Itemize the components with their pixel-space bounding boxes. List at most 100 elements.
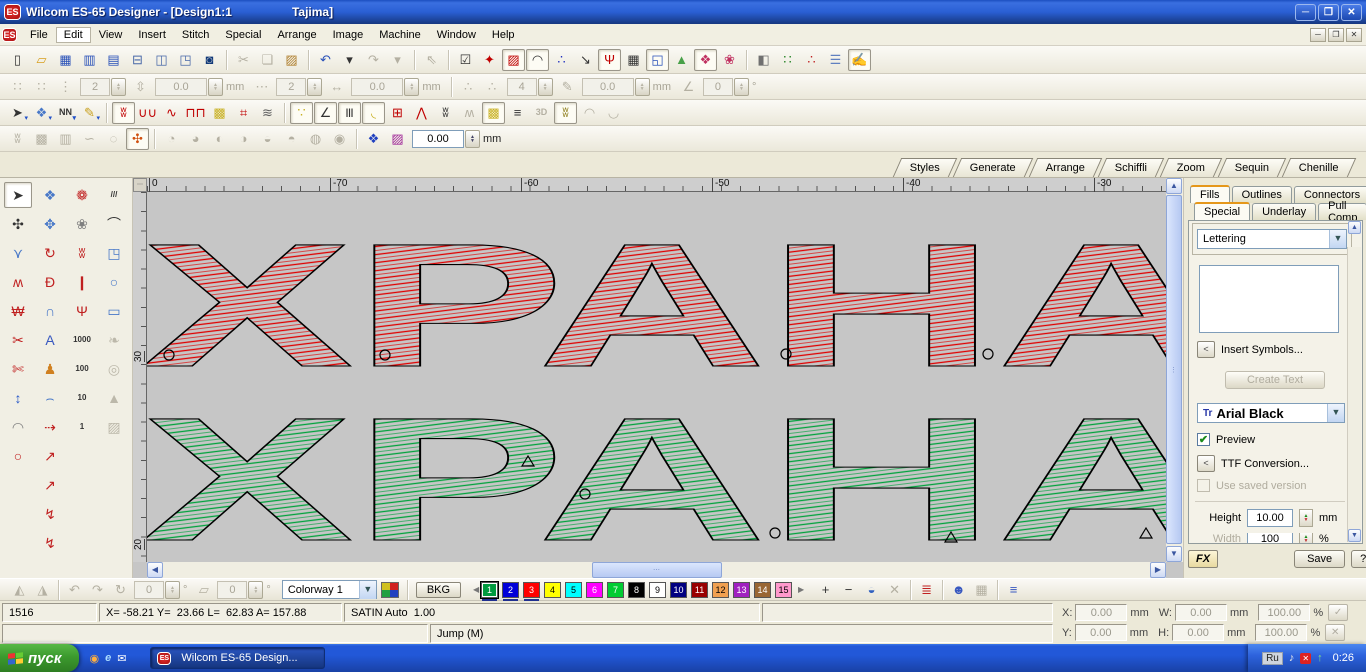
scroll-down-button[interactable]: ▼: [1166, 546, 1182, 562]
color-4-swatch[interactable]: 4: [544, 582, 561, 598]
save-button[interactable]: Save: [1294, 550, 1345, 568]
create-text-button[interactable]: Create Text: [1225, 371, 1325, 389]
rotate-angle-spinner[interactable]: 0▲▼°: [134, 581, 190, 599]
tab-underlay[interactable]: Underlay: [1252, 203, 1316, 220]
design-canvas[interactable]: ХРАНА ХРАНА: [147, 192, 1166, 562]
docker-tab-schiffli[interactable]: Schiffli: [1097, 158, 1164, 177]
font-select[interactable]: Tr Arial Black ▼: [1197, 403, 1345, 423]
skew-button[interactable]: ▱: [192, 579, 215, 601]
stitch-divide-tool-button[interactable]: ₩: [4, 298, 32, 324]
parallel-weave-tool-button[interactable]: ///: [100, 182, 128, 208]
rotate-ccw-button[interactable]: ↶: [63, 579, 86, 601]
cancel-button[interactable]: ✕: [1325, 624, 1345, 641]
open-button[interactable]: ▱: [30, 49, 53, 71]
save-button[interactable]: ▦: [54, 49, 77, 71]
ellipse-tool-tool-button[interactable]: ○: [100, 269, 128, 295]
row-spacing-button[interactable]: ⇳: [129, 76, 152, 98]
auto-underlay-1-button[interactable]: ʬ: [6, 128, 29, 150]
e-stitch-button[interactable]: ∪∪: [136, 102, 159, 124]
height-field[interactable]: 0.00: [1172, 624, 1224, 641]
close-button[interactable]: ✕: [1341, 4, 1362, 21]
satin-sample-button[interactable]: ✦: [478, 49, 501, 71]
remove-color-button[interactable]: −: [837, 579, 860, 601]
shrub-tool-button[interactable]: ❧: [100, 327, 128, 353]
skew-angle-spinner[interactable]: 0▲▼°: [217, 581, 273, 599]
vertical-scrollbar[interactable]: ▲ ⋮ ▼: [1166, 178, 1183, 562]
run-stitch-button[interactable]: ⊓⊓: [184, 102, 207, 124]
jump-arrow-1-tool-button[interactable]: ↗: [36, 443, 64, 469]
show-outlines-button[interactable]: ◠: [526, 49, 549, 71]
rotate-angle-value[interactable]: 0: [134, 581, 164, 599]
column-c-tool-button[interactable]: ʬ: [68, 240, 96, 266]
internet-explorer-icon[interactable]: e: [105, 652, 111, 664]
applique-tool-button[interactable]: ∩: [36, 298, 64, 324]
new-button[interactable]: ▯: [6, 49, 29, 71]
intersect-button[interactable]: ◕: [184, 128, 207, 150]
rows-count-value[interactable]: 2: [80, 78, 110, 96]
subtract-button[interactable]: ◐: [208, 128, 231, 150]
lattice-weave-button[interactable]: ⌗: [232, 102, 255, 124]
reshape-tool-button[interactable]: ❖▾: [30, 102, 53, 124]
input-flower-tool-button[interactable]: ❀: [68, 211, 96, 237]
show-vectors-button[interactable]: ❖: [694, 49, 717, 71]
columns-count-stepper-icon[interactable]: ▲▼: [307, 78, 322, 96]
mdi-close-button[interactable]: ✕: [1346, 28, 1362, 42]
mirror-horizontal-button[interactable]: ◭: [8, 579, 31, 601]
lettering-tool-button[interactable]: NN▾: [54, 102, 77, 124]
color-7-swatch[interactable]: 7: [607, 582, 624, 598]
ttf-conversion-label[interactable]: TTF Conversion...: [1221, 458, 1309, 470]
3d-effect-button[interactable]: 3D: [530, 102, 553, 124]
x-position-field[interactable]: 0.00: [1075, 604, 1127, 621]
rotate-free-button[interactable]: ↻: [109, 579, 132, 601]
thread-chart-button[interactable]: ≣: [915, 579, 938, 601]
chevron-down-icon[interactable]: ▼: [359, 581, 376, 599]
program-split-button[interactable]: ▩: [482, 102, 505, 124]
mdi-minimize-button[interactable]: ─: [1310, 28, 1326, 42]
row-spacing-value-value[interactable]: 0.0: [155, 78, 207, 96]
cut-button[interactable]: ✂: [232, 49, 255, 71]
column-spacing-value-value[interactable]: 0.0: [351, 78, 403, 96]
lattice-fill-button[interactable]: ⊞: [386, 102, 409, 124]
menu-stitch[interactable]: Stitch: [174, 27, 218, 43]
docker-tab-arrange[interactable]: Arrange: [1028, 158, 1102, 177]
pointer-position-button[interactable]: ↘: [574, 49, 597, 71]
auto-underlay-2-button[interactable]: ▩: [30, 128, 53, 150]
color-6-swatch[interactable]: 6: [586, 582, 603, 598]
docker-tab-styles[interactable]: Styles: [892, 158, 956, 177]
stagger-count-spinner[interactable]: 4▲▼: [507, 78, 553, 96]
zigzag-arrow-2-tool-button[interactable]: ↯: [36, 530, 64, 556]
fx-button[interactable]: FX: [1188, 550, 1218, 568]
height-percent-field[interactable]: 100.00: [1255, 624, 1307, 641]
sequin-palette-button[interactable]: ☰: [824, 49, 847, 71]
scroll-left-button[interactable]: ◀: [147, 562, 163, 578]
offset-button[interactable]: ✎: [556, 76, 579, 98]
width-percent-field[interactable]: 100.00: [1258, 604, 1310, 621]
width-field[interactable]: 0.00: [1175, 604, 1227, 621]
insert-symbols-label[interactable]: Insert Symbols...: [1221, 344, 1303, 356]
show-grid-button[interactable]: ▦: [622, 49, 645, 71]
confirm-button[interactable]: ✓: [1328, 604, 1348, 621]
binoculars-tool-button[interactable]: ◎: [100, 356, 128, 382]
dropdown-arrow-icon[interactable]: ▾: [96, 114, 100, 122]
design-report-button[interactable]: ≡: [1002, 579, 1025, 601]
trim-back-button[interactable]: ◓: [280, 128, 303, 150]
columns-count-spinner[interactable]: 2▲▼: [276, 78, 322, 96]
scroll-up-button[interactable]: ▲: [1166, 178, 1182, 194]
offset-value-spinner[interactable]: 0.0▲▼mm: [582, 78, 674, 96]
lettering-tool-button[interactable]: A: [36, 327, 64, 353]
volume-icon[interactable]: ♪: [1289, 652, 1295, 664]
scroll-right-button[interactable]: ▶: [1150, 562, 1166, 578]
background-color-button[interactable]: BKG: [416, 582, 461, 598]
save-to-machine-button[interactable]: ▥: [78, 49, 101, 71]
select-tool-button[interactable]: ➤▾: [6, 102, 29, 124]
motif-run-button[interactable]: ∵: [290, 102, 313, 124]
menu-file[interactable]: File: [22, 27, 56, 43]
angle-value-spinner[interactable]: 0▲▼°: [703, 78, 759, 96]
redo-button[interactable]: ↷: [362, 49, 385, 71]
wave-fill-button[interactable]: ≋: [256, 102, 279, 124]
single-run-tool-button[interactable]: Ψ: [68, 298, 96, 324]
row-spacing-value-spinner[interactable]: 0.0▲▼mm: [155, 78, 247, 96]
save-colorway-button[interactable]: ▦: [970, 579, 993, 601]
color-11-swatch[interactable]: 11: [691, 582, 708, 598]
rows-button[interactable]: ⋮: [54, 76, 77, 98]
